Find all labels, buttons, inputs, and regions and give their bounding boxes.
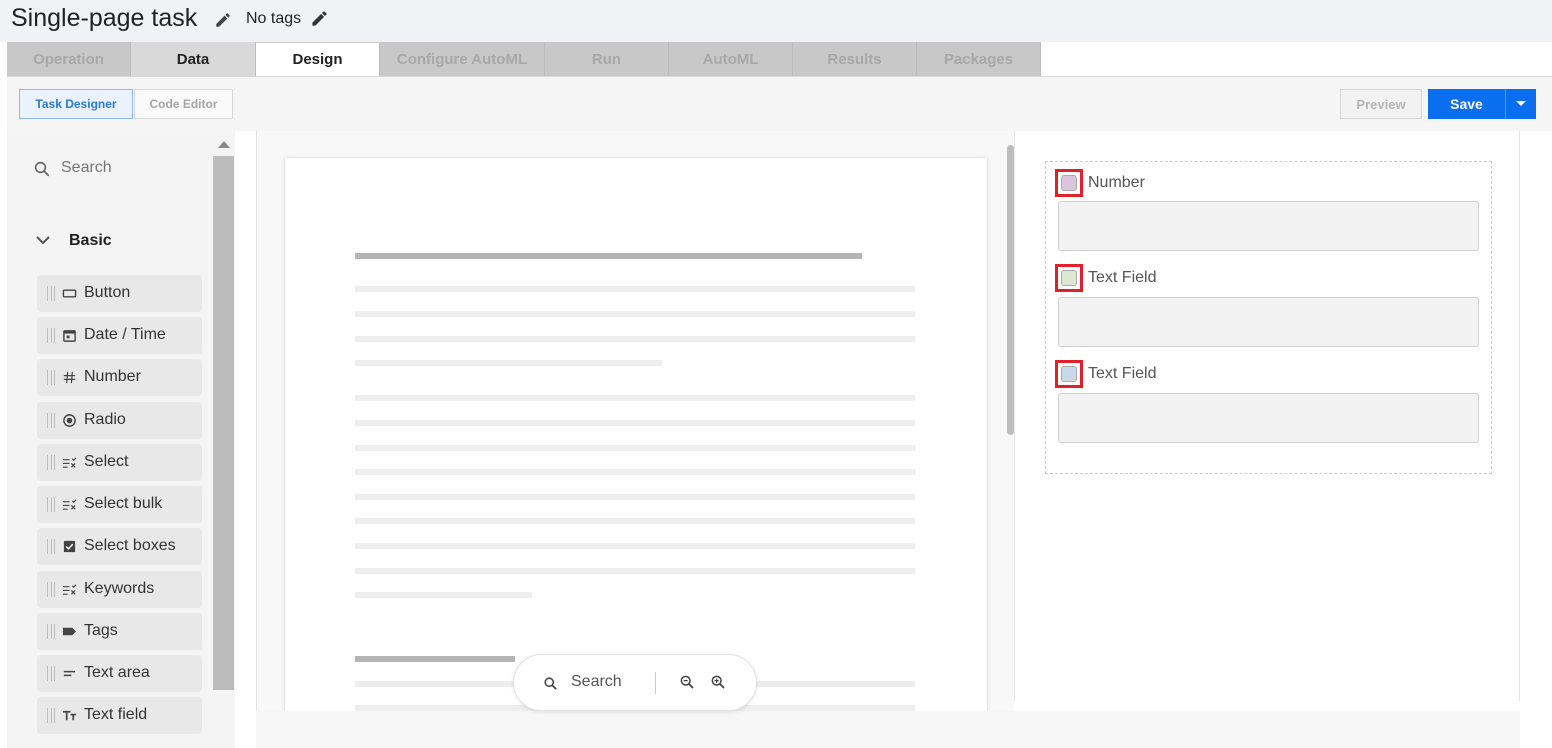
text-field-icon (62, 710, 77, 721)
tab-bar: Operation Data Design Configure AutoML R… (7, 42, 1041, 76)
doc-text-line (355, 494, 915, 500)
tags-label: No tags (246, 10, 302, 27)
zoom-out-icon[interactable] (679, 674, 695, 690)
tab-data[interactable]: Data (131, 42, 256, 76)
hash-icon (63, 371, 76, 384)
form-fields-container[interactable]: Number Text Field Text Field (1045, 161, 1492, 474)
doc-text-line (355, 592, 532, 598)
component-tags[interactable]: Tags (37, 613, 202, 650)
field-label: Text Field (1088, 365, 1157, 382)
task-designer-button[interactable]: Task Designer (19, 89, 133, 119)
component-keywords[interactable]: Keywords (37, 571, 202, 608)
select-icon (62, 584, 77, 595)
doc-text-line (355, 286, 915, 292)
drag-handle-icon (47, 370, 55, 385)
document-page[interactable] (285, 158, 987, 718)
code-editor-button[interactable]: Code Editor (134, 89, 233, 119)
component-date-time[interactable]: Date / Time (37, 317, 202, 354)
doc-text-line (355, 543, 915, 549)
select-icon (62, 499, 77, 510)
tab-configure-automl[interactable]: Configure AutoML (380, 42, 545, 76)
doc-text-line (355, 568, 915, 574)
calendar-icon (63, 330, 76, 342)
canvas-floating-toolbar: Search (513, 654, 757, 711)
component-text-area[interactable]: Text area (37, 655, 202, 692)
toolbar-divider (655, 672, 656, 694)
designer-toolbar: Task Designer Code Editor Preview Save (7, 76, 1552, 131)
doc-text-line (355, 395, 915, 401)
drag-handle-icon (47, 413, 55, 428)
form-preview-panel: Number Text Field Text Field (1014, 131, 1520, 701)
drag-handle-icon (47, 708, 55, 723)
doc-text-line (355, 469, 915, 475)
checkbox-icon (63, 540, 76, 553)
text-area-icon (63, 670, 76, 677)
text-field-input[interactable] (1058, 393, 1479, 443)
number-input[interactable] (1058, 201, 1479, 251)
doc-heading-line (355, 656, 515, 662)
canvas-bottom-bar (256, 711, 1520, 748)
sidebar-search-input[interactable]: Search (61, 159, 112, 177)
component-radio[interactable]: Radio (37, 402, 202, 439)
zoom-in-icon[interactable] (710, 674, 726, 690)
doc-heading-line (355, 253, 862, 259)
canvas-scrollbar-thumb[interactable] (1007, 145, 1014, 435)
save-button[interactable]: Save (1428, 89, 1505, 119)
component-select-boxes[interactable]: Select boxes (37, 528, 202, 565)
field-color-swatch[interactable] (1055, 360, 1083, 388)
scrollbar-thumb[interactable] (213, 156, 234, 690)
field-label: Text Field (1088, 269, 1157, 286)
drag-handle-icon (47, 539, 55, 554)
field-color-swatch[interactable] (1055, 169, 1083, 197)
section-header-basic[interactable]: Basic (69, 232, 112, 250)
pencil-icon[interactable] (214, 11, 232, 29)
tab-packages[interactable]: Packages (917, 42, 1041, 76)
button-icon (62, 289, 77, 298)
chevron-down-icon[interactable] (35, 234, 51, 246)
search-icon[interactable] (543, 676, 558, 691)
tab-operation[interactable]: Operation (7, 42, 131, 76)
doc-text-line (355, 336, 915, 342)
pencil-icon[interactable] (310, 9, 329, 28)
select-icon (62, 457, 77, 468)
doc-text-line (355, 420, 915, 426)
component-sidebar: Search Basic Button Date / Time Number R… (7, 131, 213, 748)
sidebar-scrollbar[interactable] (213, 131, 235, 748)
doc-text-line (355, 360, 662, 366)
field-label: Number (1088, 174, 1145, 191)
drag-handle-icon (47, 497, 55, 512)
page-title: Single-page task (11, 4, 198, 32)
doc-text-line (355, 445, 915, 451)
component-select-bulk[interactable]: Select bulk (37, 486, 202, 523)
tab-automl[interactable]: AutoML (669, 42, 793, 76)
drag-handle-icon (47, 328, 55, 343)
component-text-field[interactable]: Text field (37, 697, 202, 734)
text-field-input[interactable] (1058, 297, 1479, 347)
preview-button[interactable]: Preview (1340, 89, 1422, 119)
save-options-dropdown[interactable] (1505, 89, 1536, 119)
tab-results[interactable]: Results (793, 42, 917, 76)
doc-text-line (355, 311, 915, 317)
drag-handle-icon (47, 666, 55, 681)
drag-handle-icon (47, 624, 55, 639)
doc-text-line (355, 518, 915, 524)
tag-icon (62, 627, 77, 636)
drag-handle-icon (47, 455, 55, 470)
field-color-swatch[interactable] (1055, 264, 1083, 292)
radio-icon (63, 414, 76, 427)
document-canvas[interactable] (256, 131, 1014, 718)
tab-design[interactable]: Design (256, 42, 380, 76)
scroll-up-icon[interactable] (218, 141, 230, 148)
caret-down-icon (1516, 101, 1526, 106)
top-bar: Single-page task No tags (0, 0, 1552, 42)
component-select[interactable]: Select (37, 444, 202, 481)
component-number[interactable]: Number (37, 359, 202, 396)
canvas-search-button[interactable]: Search (571, 673, 622, 691)
drag-handle-icon (47, 582, 55, 597)
tab-run[interactable]: Run (545, 42, 669, 76)
search-icon (34, 161, 50, 177)
component-button[interactable]: Button (37, 275, 202, 312)
drag-handle-icon (47, 286, 55, 301)
